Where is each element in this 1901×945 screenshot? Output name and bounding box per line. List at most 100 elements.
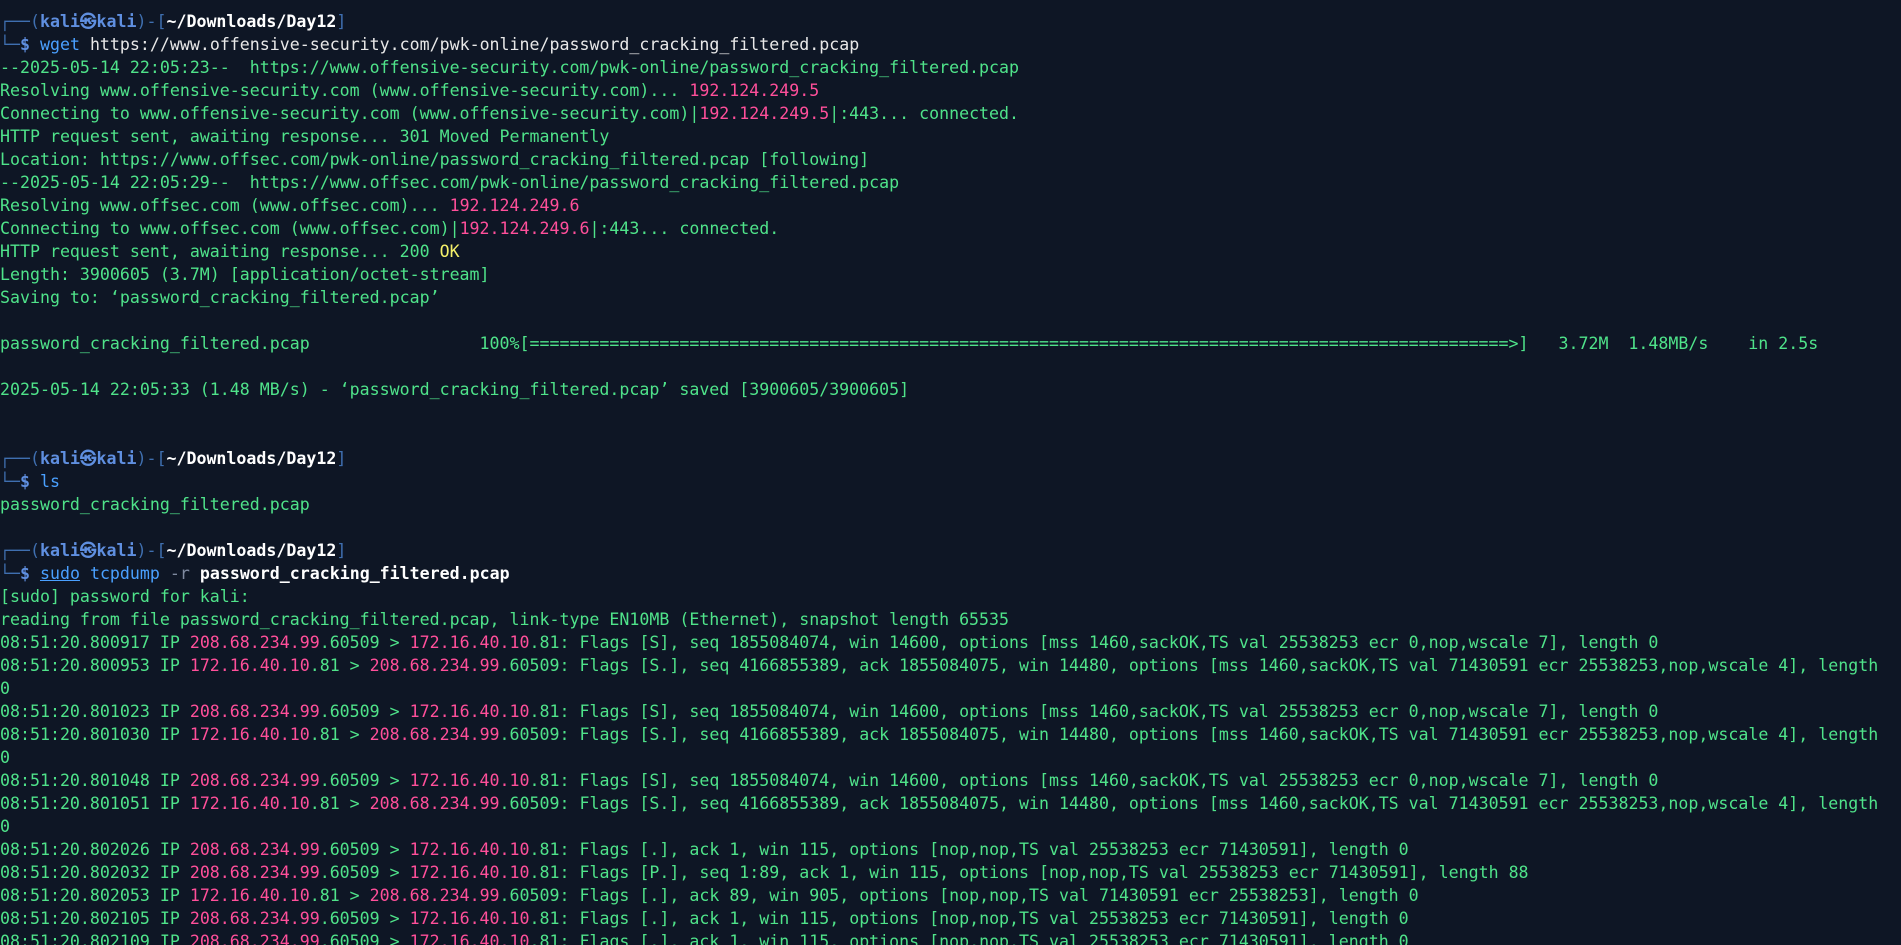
packet-list: 08:51:20.800917 IP 208.68.234.99.60509 >…	[0, 631, 1901, 945]
command-argument: https://www.offensive-security.com/pwk-o…	[79, 35, 860, 54]
packet-line-wrap: 0	[0, 748, 10, 767]
prompt-frame: ┌──(	[0, 449, 40, 468]
source-port: .60509 >	[319, 633, 410, 652]
packet-line-wrap: 0	[0, 679, 10, 698]
command-name: ls	[39, 472, 60, 491]
packet-line: 08:51:20.801048 IP 208.68.234.99.60509 >…	[0, 771, 1659, 790]
command-line-wget: └─$ wget https://www.offensive-security.…	[0, 33, 1901, 56]
command-sudo: sudo	[39, 564, 80, 583]
packet-details: .60509: Flags [S.], seq 4166855389, ack …	[499, 656, 1879, 675]
command-flag: -r	[159, 564, 200, 583]
source-port: .60509 >	[319, 909, 410, 928]
packet-timestamp: 08:51:20.801030	[0, 725, 150, 744]
destination-ip: 172.16.40.10	[409, 840, 530, 859]
source-ip: 208.68.234.99	[189, 702, 320, 721]
command-name: tcpdump	[89, 564, 160, 583]
source-ip: 172.16.40.10	[189, 886, 310, 905]
destination-ip: 172.16.40.10	[409, 932, 530, 945]
packet-details: .81: Flags [.], ack 1, win 115, options …	[529, 840, 1409, 859]
source-port: .60509 >	[319, 771, 410, 790]
output-line: Location: https://www.offsec.com/pwk-onl…	[0, 150, 870, 169]
download-progress-line: password_cracking_filtered.pcap 100%[===…	[0, 334, 1819, 353]
output-line: reading from file password_cracking_filt…	[0, 610, 1010, 629]
packet-line: 08:51:20.800917 IP 208.68.234.99.60509 >…	[0, 633, 1659, 652]
packet-line: 08:51:20.802053 IP 172.16.40.10.81 > 208…	[0, 886, 1419, 905]
source-ip: 208.68.234.99	[189, 909, 320, 928]
prompt-frame: └─	[0, 472, 20, 491]
packet-details: .60509: Flags [S.], seq 4166855389, ack …	[499, 725, 1879, 744]
command-file-argument: password_cracking_filtered.pcap	[199, 564, 510, 583]
prompt-frame: └─	[0, 35, 20, 54]
prompt-frame: ┌──(	[0, 12, 40, 31]
destination-ip: 208.68.234.99	[369, 794, 500, 813]
output-line: 2025-05-14 22:05:33 (1.48 MB/s) - ‘passw…	[0, 380, 910, 399]
output-line: --2025-05-14 22:05:29-- https://www.offs…	[0, 173, 900, 192]
prompt-header-line: ┌──(kali㉿kali)-[~/Downloads/Day12]	[0, 10, 1901, 33]
source-ip: 208.68.234.99	[189, 863, 320, 882]
http-status-ok: OK	[439, 242, 460, 261]
source-ip: 208.68.234.99	[189, 840, 320, 859]
prompt-path: ~/Downloads/Day12	[166, 12, 337, 31]
ip-address: 192.124.249.5	[689, 81, 820, 100]
prompt-frame: ]	[336, 12, 347, 31]
destination-ip: 172.16.40.10	[409, 702, 530, 721]
output-line: HTTP request sent, awaiting response... …	[0, 242, 460, 261]
source-ip: 208.68.234.99	[189, 633, 320, 652]
packet-details: .81: Flags [P.], seq 1:89, ack 1, win 11…	[529, 863, 1529, 882]
prompt-frame: └─	[0, 564, 20, 583]
packet-timestamp: 08:51:20.801023	[0, 702, 150, 721]
ip-address: 192.124.249.5	[699, 104, 830, 123]
prompt-frame: ┌──(	[0, 541, 40, 560]
packet-timestamp: 08:51:20.802105	[0, 909, 150, 928]
source-ip: 172.16.40.10	[189, 725, 310, 744]
packet-line: 08:51:20.802109 IP 208.68.234.99.60509 >…	[0, 930, 1901, 945]
source-ip: 208.68.234.99	[189, 771, 320, 790]
ip-address: 192.124.249.6	[459, 219, 590, 238]
packet-timestamp: 08:51:20.802109	[0, 932, 150, 945]
packet-details: .81: Flags [.], ack 1, win 115, options …	[529, 932, 1409, 945]
output-line: Resolving www.offensive-security.com (ww…	[0, 81, 820, 100]
command-line-ls: └─$ ls	[0, 470, 1901, 493]
command-line-tcpdump: └─$ sudo tcpdump -r password_cracking_fi…	[0, 562, 1901, 585]
ip-address: 192.124.249.6	[449, 196, 580, 215]
prompt-frame: ]	[336, 449, 347, 468]
packet-timestamp: 08:51:20.802053	[0, 886, 150, 905]
packet-line: 08:51:20.801023 IP 208.68.234.99.60509 >…	[0, 702, 1659, 721]
packet-line: 08:51:20.801051 IP 172.16.40.10.81 > 208…	[0, 794, 1879, 813]
terminal-window[interactable]: ┌──(kali㉿kali)-[~/Downloads/Day12] └─$ w…	[0, 0, 1901, 945]
source-ip: 208.68.234.99	[189, 932, 320, 945]
source-ip: 172.16.40.10	[189, 656, 310, 675]
destination-ip: 208.68.234.99	[369, 656, 500, 675]
packet-line: 08:51:20.802032 IP 208.68.234.99.60509 >…	[0, 863, 1529, 882]
command-name: wget	[39, 35, 80, 54]
prompt-path: ~/Downloads/Day12	[166, 541, 337, 560]
prompt-dollar: $	[19, 564, 30, 583]
packet-timestamp: 08:51:20.801048	[0, 771, 150, 790]
packet-timestamp: 08:51:20.800917	[0, 633, 150, 652]
output-line: HTTP request sent, awaiting response... …	[0, 127, 610, 146]
packet-line: 08:51:20.801030 IP 172.16.40.10.81 > 208…	[0, 725, 1879, 744]
prompt-dollar: $	[19, 35, 30, 54]
prompt-path: ~/Downloads/Day12	[166, 449, 337, 468]
source-port: .60509 >	[319, 863, 410, 882]
packet-line: 08:51:20.802026 IP 208.68.234.99.60509 >…	[0, 840, 1409, 859]
output-line: Length: 3900605 (3.7M) [application/octe…	[0, 265, 490, 284]
source-port: .81 >	[309, 725, 370, 744]
packet-timestamp: 08:51:20.801051	[0, 794, 150, 813]
packet-details: .81: Flags [.], ack 1, win 115, options …	[529, 909, 1409, 928]
output-line: Saving to: ‘password_cracking_filtered.p…	[0, 288, 440, 307]
packet-details: .81: Flags [S], seq 1855084074, win 1460…	[529, 633, 1659, 652]
source-port: .60509 >	[319, 932, 410, 945]
prompt-frame: )-[	[136, 541, 167, 560]
output-line: Connecting to www.offensive-security.com…	[0, 104, 1020, 123]
prompt-frame: ]	[336, 541, 347, 560]
packet-timestamp: 08:51:20.802032	[0, 863, 150, 882]
packet-line-wrap: 0	[0, 817, 10, 836]
packet-timestamp: 08:51:20.802026	[0, 840, 150, 859]
packet-timestamp: 08:51:20.800953	[0, 656, 150, 675]
prompt-frame: )-[	[136, 449, 167, 468]
prompt-dollar: $	[19, 472, 30, 491]
